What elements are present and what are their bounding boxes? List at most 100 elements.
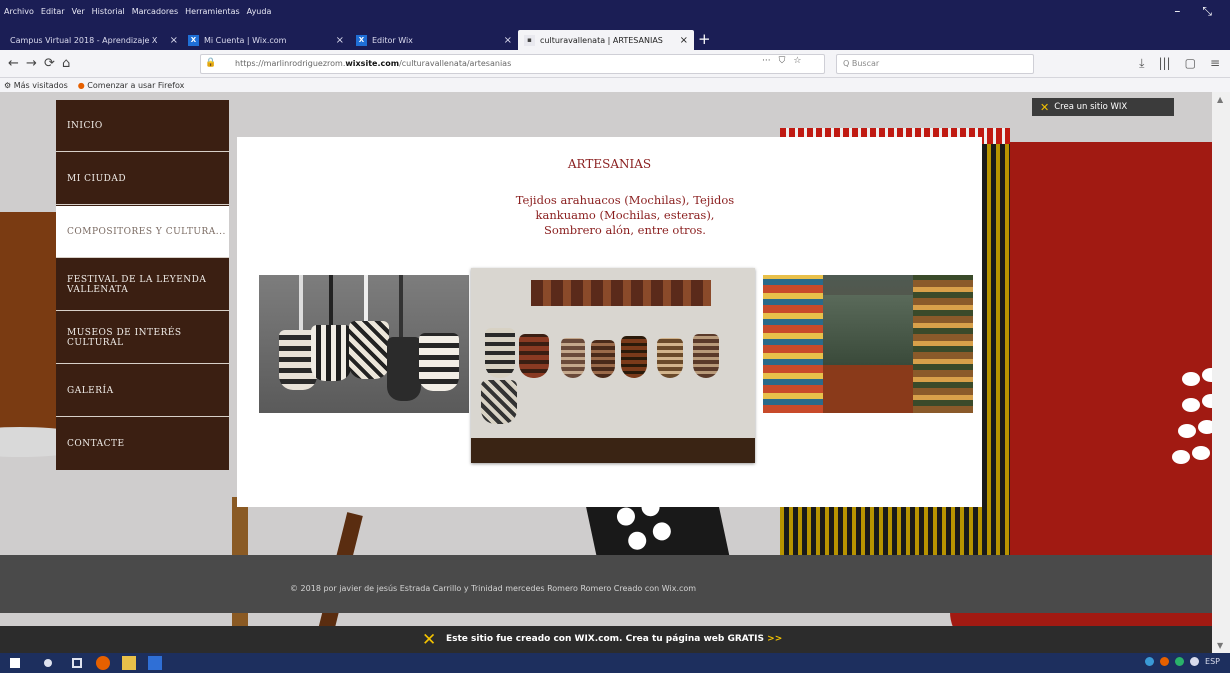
menu-item-ayuda[interactable]: Ayuda [247, 7, 272, 16]
mochilas-hanging-photo[interactable] [471, 268, 755, 463]
page-scrollbar[interactable]: ▲ ▼ [1212, 92, 1230, 653]
close-icon[interactable]: × [170, 35, 178, 46]
menu-item-herramientas[interactable]: Herramientas [185, 7, 240, 16]
accordion-button [1198, 420, 1212, 434]
nav-item-contacte[interactable]: CONTACTE [56, 418, 229, 470]
nav-item-museos[interactable]: MUSEOS DE INTERÉS CULTURAL [56, 312, 229, 364]
mochila-bag [349, 321, 389, 379]
file-explorer-icon[interactable] [122, 656, 136, 670]
reload-button[interactable]: ⟳ [44, 56, 55, 71]
search-icon[interactable] [44, 659, 52, 667]
tab-artesanias[interactable]: ▪ culturavallenata | ARTESANIAS × [518, 30, 694, 50]
menu-item-archivo[interactable]: Archivo [4, 7, 34, 16]
mochila-bag [419, 333, 459, 391]
page-actions-menu-icon[interactable]: ··· [762, 56, 771, 66]
wooden-frame [471, 438, 755, 463]
accordion-button [1182, 398, 1200, 412]
search-input[interactable]: Q Buscar [836, 54, 1034, 74]
artesanias-shop-photo[interactable] [763, 275, 973, 413]
page-actions: ··· ⛉ ☆ [762, 56, 801, 66]
tab-label: Campus Virtual 2018 - Aprendizaje X [10, 35, 158, 45]
page-description: Tejidos arahuacos (Mochilas), Tejidos ka… [515, 193, 735, 237]
close-icon[interactable]: × [336, 35, 344, 46]
wix-badge-label: Crea un sitio WIX [1054, 102, 1128, 112]
mochila-bag [657, 338, 683, 378]
bookmark-star-icon[interactable]: ☆ [793, 56, 801, 66]
scroll-up-icon[interactable]: ▲ [1217, 95, 1223, 104]
page-title: ARTESANIAS [567, 157, 652, 171]
tab-campus[interactable]: Campus Virtual 2018 - Aprendizaje X × [4, 30, 184, 50]
site-favicon-icon: ▪ [524, 34, 535, 46]
accordion-button [1172, 450, 1190, 464]
bookmark-mas-visitados[interactable]: ⚙ Más visitados [4, 81, 68, 90]
site-footer: © 2018 por javier de jesús Estrada Carri… [0, 555, 1212, 613]
shop-aisle [823, 295, 913, 365]
wix-banner[interactable]: ✕ Este sitio fue creado con WIX.com. Cre… [0, 626, 1212, 653]
restore-button[interactable]: ⤡ [1202, 4, 1212, 19]
forward-button[interactable]: → [26, 56, 37, 71]
close-icon[interactable]: × [504, 35, 512, 46]
network-icon[interactable] [1145, 657, 1155, 666]
shop-floor [823, 365, 913, 413]
nav-item-label: FESTIVAL DE LA LEYENDA VALLENATA [67, 274, 207, 295]
nav-item-label: INICIO [67, 120, 103, 131]
scroll-down-icon[interactable]: ▼ [1217, 641, 1223, 650]
menu-item-historial[interactable]: Historial [92, 7, 125, 16]
mochila-bag [693, 334, 719, 378]
close-icon[interactable]: × [680, 35, 688, 46]
accordion-button [1192, 446, 1210, 460]
nav-item-galeria[interactable]: GALERÍA [56, 365, 229, 417]
windows-start-icon[interactable] [10, 658, 20, 668]
footer-copyright: © 2018 por javier de jesús Estrada Carri… [290, 584, 697, 593]
tab-label: Editor Wix [372, 35, 413, 45]
nav-item-compositores[interactable]: COMPOSITORES Y CULTURA... [56, 206, 229, 258]
mochilas-photo[interactable] [259, 275, 469, 413]
hamburger-menu-icon[interactable]: ≡ [1210, 56, 1220, 71]
firefox-icon[interactable] [96, 656, 110, 670]
create-wix-site-badge[interactable]: ✕ Crea un sitio WIX [1032, 98, 1174, 116]
mochila-bag [621, 336, 647, 378]
bookmark-comenzar-firefox[interactable]: ● Comenzar a usar Firefox [78, 81, 185, 90]
menu-item-ver[interactable]: Ver [72, 7, 85, 16]
mail-icon[interactable] [148, 656, 162, 670]
menu-items: Archivo Editar Ver Historial Marcadores … [4, 7, 271, 16]
volume-icon[interactable] [1190, 657, 1200, 666]
search-placeholder: Q Buscar [843, 59, 880, 68]
sidebar-icon[interactable]: ▢ [1185, 56, 1196, 71]
wix-banner-cta: >> [767, 634, 783, 644]
tab-label: Mi Cuenta | Wix.com [204, 35, 287, 45]
new-tab-button[interactable]: + [698, 30, 711, 48]
mochila-bag [485, 328, 515, 378]
url-bar[interactable]: 🔒 https://marlinrodriguezrom.wixsite.com… [200, 54, 825, 74]
mochila-bag [481, 380, 517, 424]
bag-strap [299, 275, 303, 335]
nav-item-inicio[interactable]: INICIO [56, 100, 229, 152]
language-indicator[interactable]: ESP [1205, 657, 1220, 666]
wix-banner-text[interactable]: Este sitio fue creado con WIX.com. Crea … [446, 634, 782, 644]
mochila-bag [591, 340, 615, 378]
wix-logo-icon: ✕ [422, 630, 437, 650]
url-text[interactable]: https://marlinrodriguezrom.wixsite.com/c… [235, 59, 511, 68]
nav-item-label: COMPOSITORES Y CULTURA... [67, 226, 226, 237]
back-button[interactable]: ← [8, 56, 19, 71]
minimize-button[interactable]: – [1174, 4, 1180, 19]
home-button[interactable]: ⌂ [62, 56, 70, 71]
accordion-buttons [992, 342, 1212, 522]
accordion-button [1182, 372, 1200, 386]
shop-stall [913, 275, 973, 413]
downloads-icon[interactable]: ⤓ [1139, 56, 1144, 71]
menu-item-editar[interactable]: Editar [41, 7, 65, 16]
task-view-icon[interactable] [72, 658, 82, 668]
tab-bar: Campus Virtual 2018 - Aprendizaje X × X … [0, 28, 1230, 50]
library-icon[interactable]: ||| [1158, 56, 1170, 71]
accordion-key [615, 505, 637, 528]
tab-editor-wix[interactable]: X Editor Wix × [350, 30, 518, 50]
app-tray-icon[interactable] [1175, 657, 1185, 666]
nav-item-festival[interactable]: FESTIVAL DE LA LEYENDA VALLENATA [56, 259, 229, 311]
taskbar: ESP [0, 653, 1230, 673]
menu-item-marcadores[interactable]: Marcadores [132, 7, 178, 16]
tab-mi-cuenta[interactable]: X Mi Cuenta | Wix.com × [182, 30, 350, 50]
pocket-icon[interactable]: ⛉ [779, 56, 786, 66]
nav-item-mi-ciudad[interactable]: MI CIUDAD [56, 153, 229, 205]
app-tray-icon[interactable] [1160, 657, 1170, 666]
